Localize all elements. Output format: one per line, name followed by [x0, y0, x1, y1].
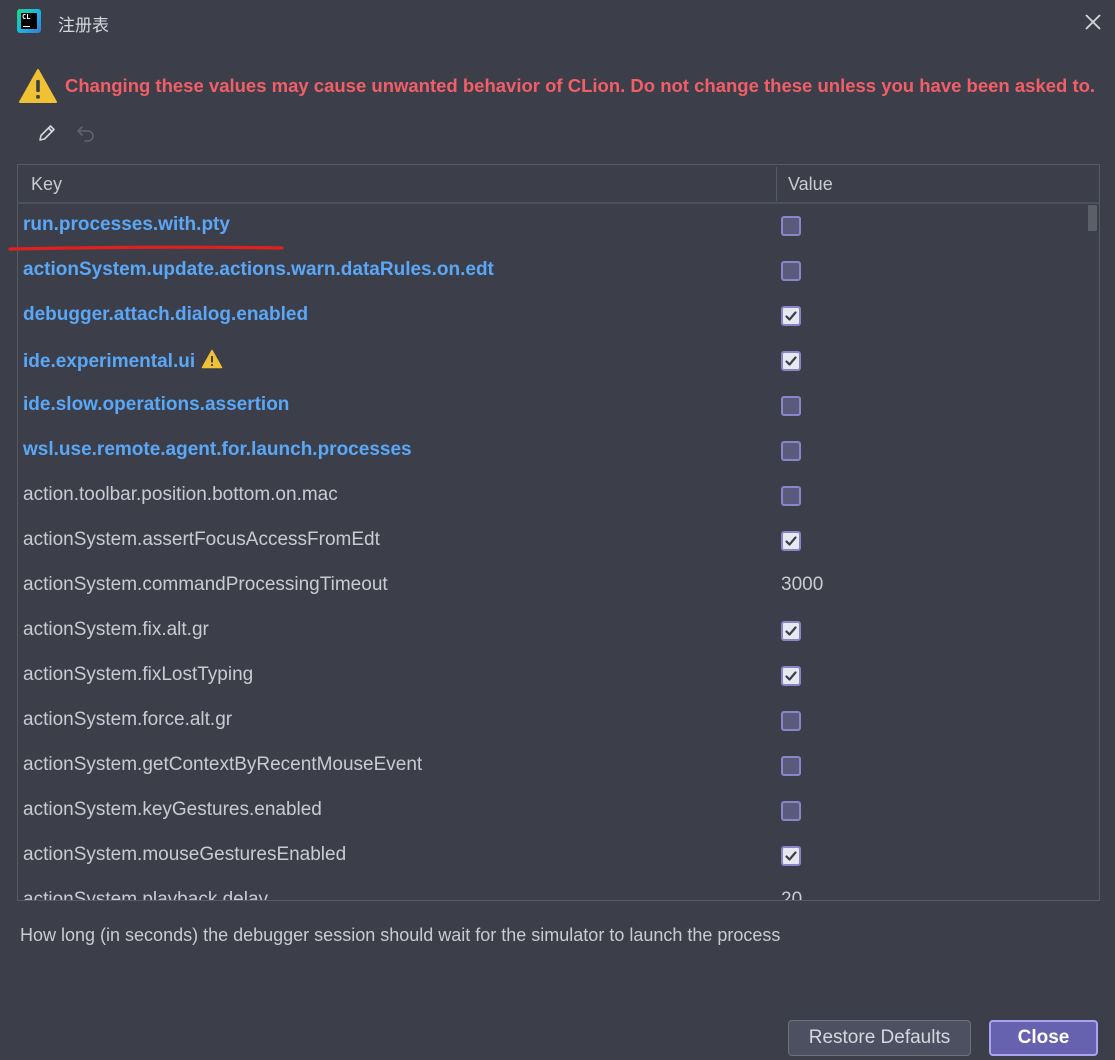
registry-key: actionSystem.getContextByRecentMouseEven… — [23, 754, 422, 776]
table-row[interactable]: actionSystem.commandProcessingTimeout 300… — [18, 564, 1084, 609]
table-row[interactable]: ide.slow.operations.assertion — [18, 384, 1084, 429]
registry-key-label: actionSystem.keyGestures.enabled — [23, 799, 322, 820]
warning-text: Changing these values may cause unwanted… — [65, 75, 1096, 96]
registry-key-label: wsl.use.remote.agent.for.launch.processe… — [23, 439, 412, 460]
value-checkbox[interactable] — [781, 666, 801, 686]
title-bar: CL 注册表 — [0, 0, 1115, 46]
registry-key-label: ide.experimental.ui — [23, 351, 196, 372]
pencil-icon — [39, 125, 55, 141]
value-checkbox[interactable] — [781, 531, 801, 551]
table-row[interactable]: actionSystem.mouseGesturesEnabled — [18, 834, 1084, 879]
close-icon[interactable] — [1081, 10, 1105, 34]
column-header-key[interactable]: Key — [31, 174, 62, 195]
registry-key: debugger.attach.dialog.enabled — [23, 304, 308, 326]
restore-defaults-button[interactable]: Restore Defaults — [788, 1020, 971, 1056]
registry-key: actionSystem.force.alt.gr — [23, 709, 232, 731]
checkmark-icon — [785, 536, 797, 546]
value-checkbox[interactable] — [781, 441, 801, 461]
value-text[interactable]: 3000 — [781, 574, 823, 596]
value-text[interactable]: 20 — [781, 889, 802, 900]
value-checkbox[interactable] — [781, 711, 801, 731]
value-checkbox[interactable] — [781, 306, 801, 326]
value-checkbox[interactable] — [781, 486, 801, 506]
table-row[interactable]: actionSystem.update.actions.warn.dataRul… — [18, 249, 1084, 294]
registry-key-label: actionSystem.fix.alt.gr — [23, 619, 209, 640]
registry-key: action.toolbar.position.bottom.on.mac — [23, 484, 338, 506]
checkmark-icon — [785, 311, 797, 321]
table-row[interactable]: actionSystem.fix.alt.gr — [18, 609, 1084, 654]
table-row[interactable]: actionSystem.force.alt.gr — [18, 699, 1084, 744]
table-row[interactable]: action.toolbar.position.bottom.on.mac — [18, 474, 1084, 519]
checkmark-icon — [785, 356, 797, 366]
value-checkbox[interactable] — [781, 351, 801, 371]
registry-key: actionSystem.update.actions.warn.dataRul… — [23, 259, 494, 281]
undo-icon — [77, 126, 94, 142]
warning-icon — [19, 69, 57, 103]
table-row[interactable]: debugger.attach.dialog.enabled — [18, 294, 1084, 339]
checkmark-icon — [785, 626, 797, 636]
registry-key-label: actionSystem.playback.delay — [23, 889, 269, 901]
value-checkbox[interactable] — [781, 846, 801, 866]
value-checkbox[interactable] — [781, 261, 801, 281]
registry-key: actionSystem.keyGestures.enabled — [23, 799, 322, 821]
registry-key: actionSystem.fixLostTyping — [23, 664, 253, 686]
dialog-title: 注册表 — [58, 16, 109, 36]
registry-key-label: actionSystem.update.actions.warn.dataRul… — [23, 259, 494, 280]
checkmark-icon — [785, 671, 797, 681]
registry-key-label: actionSystem.commandProcessingTimeout — [23, 574, 388, 595]
registry-key-label: actionSystem.force.alt.gr — [23, 709, 233, 730]
registry-key-label: actionSystem.fixLostTyping — [23, 664, 254, 685]
registry-key: actionSystem.mouseGesturesEnabled — [23, 844, 346, 866]
table-row[interactable]: actionSystem.fixLostTyping — [18, 654, 1084, 699]
registry-key-label: actionSystem.mouseGesturesEnabled — [23, 844, 347, 865]
annotation-underline — [8, 245, 284, 251]
registry-key: ide.experimental.ui — [23, 349, 223, 373]
warning-icon — [201, 349, 223, 369]
registry-key: ide.slow.operations.assertion — [23, 394, 289, 416]
warning-banner: Changing these values may cause unwanted… — [18, 66, 1113, 106]
value-checkbox[interactable] — [781, 756, 801, 776]
vertical-scrollbar[interactable] — [1088, 205, 1097, 231]
edit-button[interactable] — [32, 118, 62, 148]
table-row[interactable]: wsl.use.remote.agent.for.launch.processe… — [18, 429, 1084, 474]
clion-logo-icon: CL — [17, 9, 41, 33]
checkmark-icon — [785, 851, 797, 861]
app-icon-text: CL — [22, 13, 31, 21]
table-header: Key Value — [18, 165, 1099, 204]
registry-key: run.processes.with.pty — [23, 214, 230, 236]
registry-key-label: debugger.attach.dialog.enabled — [23, 304, 309, 325]
table-row[interactable]: ide.experimental.ui — [18, 339, 1084, 384]
close-button[interactable]: Close — [989, 1020, 1098, 1056]
registry-key: actionSystem.assertFocusAccessFromEdt — [23, 529, 380, 551]
column-divider — [776, 167, 777, 201]
description-text: How long (in seconds) the debugger sessi… — [20, 925, 781, 945]
registry-key-label: run.processes.with.pty — [23, 214, 230, 235]
column-header-value[interactable]: Value — [788, 174, 833, 195]
registry-key-label: action.toolbar.position.bottom.on.mac — [23, 484, 338, 505]
value-checkbox[interactable] — [781, 396, 801, 416]
registry-key: actionSystem.playback.delay — [23, 889, 269, 901]
table-row[interactable]: actionSystem.getContextByRecentMouseEven… — [18, 744, 1084, 789]
table-row[interactable]: actionSystem.playback.delay 20 — [18, 879, 1084, 901]
registry-key-label: actionSystem.assertFocusAccessFromEdt — [23, 529, 380, 550]
table-row[interactable]: actionSystem.assertFocusAccessFromEdt — [18, 519, 1084, 564]
registry-key: wsl.use.remote.agent.for.launch.processe… — [23, 439, 412, 461]
table-row[interactable]: actionSystem.keyGestures.enabled — [18, 789, 1084, 834]
value-checkbox[interactable] — [781, 621, 801, 641]
registry-key-label: ide.slow.operations.assertion — [23, 394, 290, 415]
registry-key-label: actionSystem.getContextByRecentMouseEven… — [23, 754, 423, 775]
table-body: run.processes.with.pty actionSystem.updat… — [18, 204, 1084, 901]
value-checkbox[interactable] — [781, 216, 801, 236]
registry-key: actionSystem.fix.alt.gr — [23, 619, 209, 641]
value-checkbox[interactable] — [781, 801, 801, 821]
revert-button[interactable] — [71, 118, 101, 148]
registry-key: actionSystem.commandProcessingTimeout — [23, 574, 388, 596]
registry-table: Key Value run.processes.with.pty actionSy… — [17, 164, 1100, 901]
